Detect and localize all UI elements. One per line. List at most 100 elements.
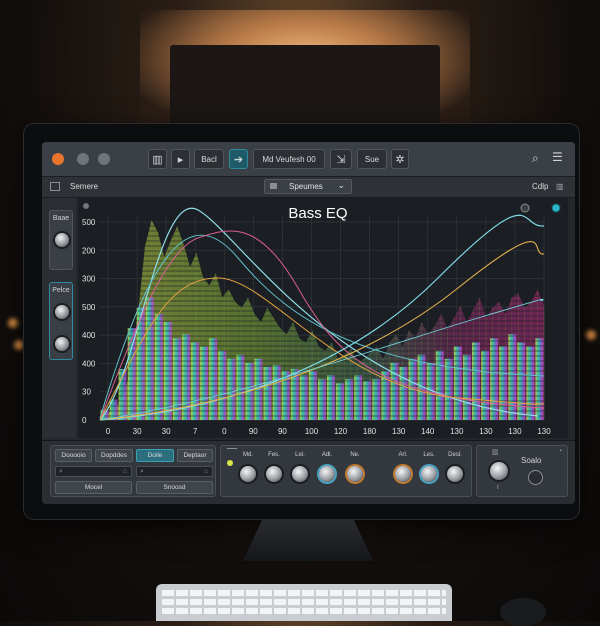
knob-3[interactable] (292, 466, 308, 482)
y-tick-label: 0 (82, 416, 87, 425)
view-dropdown-value: Speumes (289, 182, 323, 191)
expand-icon[interactable]: ◔ (558, 448, 562, 455)
knob-1[interactable] (240, 466, 256, 482)
maximize-dot[interactable] (98, 153, 110, 165)
preset-label: Md Veufesh 00 (262, 155, 316, 164)
home-icon: ⌂ (122, 468, 127, 475)
x-tick-label: 7 (193, 427, 198, 436)
mode-button-4[interactable]: Deptaor (177, 449, 213, 462)
mode-panel: Dooooio Dopddes Doile Deptaor ⌕ ⌂ ⌕ ⌂ Moce… (50, 445, 216, 497)
knob-7[interactable] (421, 466, 437, 482)
mode-button-1[interactable]: Dooooio (55, 449, 92, 462)
view-icon (270, 183, 277, 189)
eq-bars-layer (100, 220, 544, 420)
section-label: Semere (70, 182, 99, 191)
mode-label-3: Doile (147, 452, 163, 459)
eq-bar (462, 354, 471, 420)
eq-bar (200, 346, 209, 420)
eq-bar (272, 364, 281, 420)
output-knob-marker: ℓ (497, 485, 499, 491)
filter-input-right[interactable]: ⌕ ⌂ (136, 466, 213, 477)
pierce-knob-2[interactable] (55, 337, 69, 351)
eq-bar (526, 346, 535, 420)
mode-label-4: Deptaor (183, 452, 207, 459)
chart-view-button[interactable]: ▥ (148, 149, 167, 169)
eq-bar (499, 346, 508, 420)
back-button[interactable]: Bacl (194, 149, 224, 169)
eq-bar (336, 383, 344, 420)
eq-bar (372, 379, 381, 420)
meter-icon: ▥ (556, 182, 564, 191)
pierce-knob-1[interactable] (55, 305, 69, 319)
knob-panel: Md. Fes. Lel. Adl. Ne. Arl. Les. Desl. (220, 445, 472, 497)
y-axis-labels: 500200300500400400300 (82, 218, 96, 425)
x-tick-label: 120 (334, 427, 348, 436)
knob-label-2: Fes. (268, 452, 280, 458)
bottom-controls: Dooooio Dopddes Doile Deptaor ⌕ ⌂ ⌕ ⌂ Moce… (42, 440, 575, 504)
speed-button[interactable]: Snoosd (136, 481, 213, 494)
eq-app-window: ▥ ▸ Bacl ➔ Md Veufesh 00 ⇲ Sue ✲ ⌕ ☰ Sem… (42, 142, 575, 504)
knob-label-1: Md. (242, 452, 253, 458)
x-tick-label: 130 (537, 427, 551, 436)
graph-title: Bass EQ (288, 205, 347, 222)
x-tick-label: 0 (222, 427, 227, 436)
graph-toggle-right (551, 203, 561, 213)
output-toggle[interactable] (528, 470, 543, 485)
settings-button[interactable]: ✲ (391, 149, 409, 169)
x-tick-label: 30 (162, 427, 171, 436)
knob-label-3: Lel. (295, 452, 305, 458)
bass-label: Baae (52, 215, 70, 222)
collapse-icon[interactable] (50, 182, 60, 191)
eq-bar (299, 375, 308, 420)
menu-icon[interactable]: ☰ (552, 150, 563, 164)
background-shelf (170, 45, 440, 130)
eq-bar (263, 367, 272, 420)
back-button-label: Bacl (201, 155, 217, 164)
close-dot[interactable] (52, 153, 64, 165)
bass-knob[interactable] (55, 233, 69, 247)
knob-2[interactable] (266, 466, 282, 482)
active-led (227, 460, 233, 466)
save-button[interactable]: Sue (357, 149, 387, 169)
eq-svg: 500200300500400400300 0 30 30 7 0 90 90 100 120 1… (82, 203, 561, 436)
x-tick-label: 140 (421, 427, 435, 436)
knob-5[interactable] (347, 466, 363, 482)
view-dropdown[interactable]: Speumes ⌄ (264, 179, 352, 194)
preset-button[interactable]: Md Veufesh 00 (253, 149, 325, 169)
mode-button-3[interactable]: Doile (136, 449, 174, 462)
x-axis-labels: 0 30 30 7 0 90 90 100 120 180 130 140 130 130 130 130 (106, 427, 551, 436)
knob-label-5: Ne. (350, 452, 360, 458)
y-tick-label: 300 (82, 275, 96, 284)
minimize-dot[interactable] (77, 153, 89, 165)
monitor-stand (243, 519, 373, 561)
eq-graph[interactable]: 500 200 300 500 400 400 30 0 0 30 30 7 0 90 90 100 120 1… (78, 198, 568, 438)
speed-label: Snoosd (163, 484, 186, 491)
keyboard-row (162, 599, 446, 605)
export-button[interactable]: ⇲ (330, 149, 352, 169)
knob-8[interactable] (447, 466, 463, 482)
arrow-button[interactable]: ➔ (229, 149, 248, 169)
search-icon[interactable]: ⌕ (532, 151, 539, 166)
y-tick-label: 400 (82, 331, 96, 340)
knob-label-4: Adl. (321, 452, 333, 458)
x-tick-label: 130 (392, 427, 406, 436)
mode-label-1: Dooooio (61, 452, 86, 459)
eq-bar (345, 379, 354, 420)
eq-bar (318, 379, 326, 420)
graph-pin-icon (83, 203, 89, 209)
search-icon: ⌕ (59, 468, 63, 475)
model-button[interactable]: Mocel (55, 481, 132, 494)
knob-label-7: Les. (423, 452, 435, 458)
output-panel: ▥ ◔ ℓ Soalo (476, 445, 568, 497)
side-panel: Baae Pelce (42, 198, 76, 438)
play-icon: ▸ (177, 154, 184, 166)
knob-4[interactable] (319, 466, 335, 482)
output-knob[interactable] (490, 462, 508, 480)
arrow-right-icon: ➔ (233, 154, 244, 166)
x-tick-label: 130 (508, 427, 522, 436)
knob-6[interactable] (395, 466, 411, 482)
eq-bar (453, 346, 462, 420)
mode-button-2[interactable]: Dopddes (95, 449, 133, 462)
filter-input-left[interactable]: ⌕ ⌂ (55, 466, 132, 477)
forward-button[interactable]: ▸ (171, 149, 190, 169)
